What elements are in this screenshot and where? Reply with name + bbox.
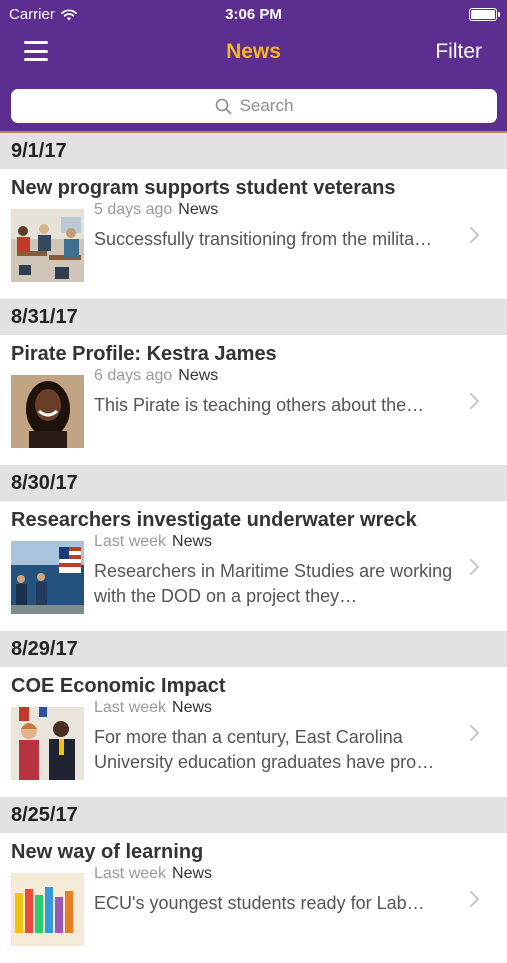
chevron-right-icon [470, 393, 479, 409]
news-item-category: News [178, 201, 219, 218]
page-title: News [226, 40, 281, 63]
section-header-date: 8/25/17 [0, 797, 507, 833]
news-item-meta: 5 days ago News [94, 201, 218, 219]
news-item-age: 5 days ago [94, 201, 173, 218]
filter-button[interactable]: Filter [435, 40, 482, 64]
status-bar: Carrier 3:06 PM [0, 0, 507, 30]
news-item[interactable]: Researchers investigate underwater wreck… [0, 501, 507, 631]
news-thumbnail-people [11, 707, 84, 780]
news-item-category: News [172, 533, 213, 550]
news-item-title: Researchers investigate underwater wreck [11, 509, 417, 531]
chevron-right-icon [470, 559, 479, 575]
news-list: 9/1/17 New program supports student vete… [0, 133, 507, 963]
news-item[interactable]: COE Economic Impact Last week News For mo… [0, 667, 507, 797]
battery-icon [469, 8, 500, 21]
news-item-description: Researchers in Maritime Studies are work… [94, 561, 453, 606]
news-item[interactable]: Pirate Profile: Kestra James 6 days ago N… [0, 335, 507, 465]
news-item-age: Last week [94, 699, 167, 716]
news-thumbnail-crayons [11, 873, 84, 946]
news-item-title: Pirate Profile: Kestra James [11, 343, 277, 365]
chevron-right-icon [470, 227, 479, 243]
search-input[interactable]: Search [11, 89, 497, 123]
news-item-category: News [172, 699, 213, 716]
news-thumbnail-classroom [11, 209, 84, 282]
news-item-age: Last week [94, 865, 167, 882]
section-header-date: 8/31/17 [0, 299, 507, 335]
news-item-description: For more than a century, East Carolina U… [94, 727, 435, 772]
search-icon [215, 98, 231, 114]
chevron-right-icon [470, 891, 479, 907]
chevron-right-icon [470, 725, 479, 741]
news-item-description: This Pirate is teaching others about the… [94, 395, 425, 415]
section-header-date: 8/29/17 [0, 631, 507, 667]
news-thumbnail-ship [11, 541, 84, 614]
nav-bar: News Filter [0, 30, 507, 76]
hamburger-menu-icon[interactable] [24, 41, 48, 61]
search-placeholder: Search [239, 96, 294, 115]
news-item-description: Successfully transitioning from the mili… [94, 229, 433, 249]
news-item-meta: Last week News [94, 865, 212, 883]
section-header-date: 9/1/17 [0, 133, 507, 169]
app-header: Carrier 3:06 PM News Filter Search [0, 0, 507, 133]
news-item-meta: Last week News [94, 699, 212, 717]
news-item-meta: 6 days ago News [94, 367, 218, 385]
news-item[interactable]: New program supports student veterans 5 … [0, 169, 507, 299]
news-item[interactable]: New way of learning Last week News ECU's … [0, 833, 507, 963]
news-thumbnail-portrait [11, 375, 84, 448]
news-item-category: News [172, 865, 213, 882]
news-item-age: 6 days ago [94, 367, 173, 384]
news-item-age: Last week [94, 533, 167, 550]
status-time: 3:06 PM [225, 6, 282, 23]
news-item-description: ECU's youngest students ready for Lab… [94, 893, 425, 913]
section-header-date: 8/30/17 [0, 465, 507, 501]
news-item-meta: Last week News [94, 533, 212, 551]
news-item-title: New program supports student veterans [11, 177, 396, 199]
news-item-title: COE Economic Impact [11, 675, 226, 697]
news-item-title: New way of learning [11, 841, 204, 863]
news-item-category: News [178, 367, 219, 384]
